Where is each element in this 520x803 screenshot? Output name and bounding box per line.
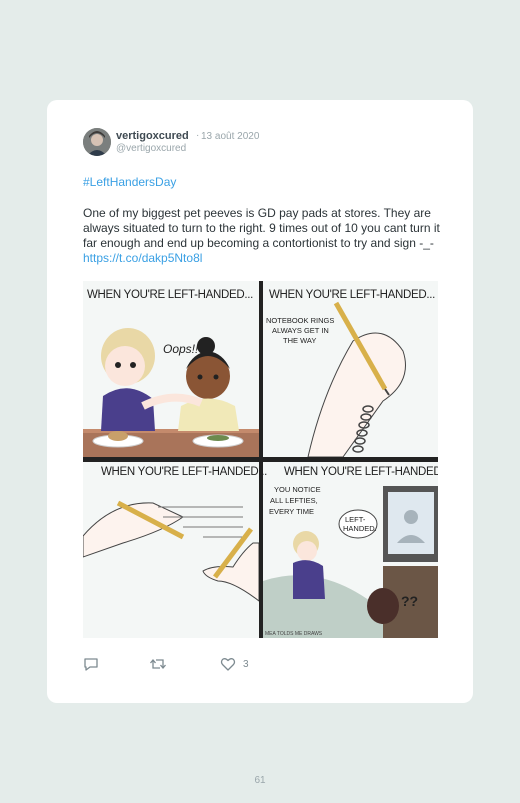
avatar[interactable] xyxy=(83,128,111,156)
panel2-note-line2: ALWAYS GET IN xyxy=(272,326,329,335)
tweet-actions: 3 xyxy=(83,656,283,674)
heart-icon[interactable] xyxy=(220,656,236,677)
tweet-card: vertigoxcured · 13 août 2020 @vertigoxcu… xyxy=(47,100,473,703)
tweet-body: One of my biggest pet peeves is GD pay p… xyxy=(83,206,440,250)
comic-credit: MEA TOLDS ME DRAWS xyxy=(265,631,323,637)
panel1-speech: Oops!! xyxy=(163,342,199,356)
page-number: 61 xyxy=(254,775,266,786)
panel4-caption: WHEN YOU'RE LEFT-HANDED... xyxy=(284,466,438,478)
panel4-note-line1: YOU NOTICE xyxy=(274,485,321,494)
panel1-caption: WHEN YOU'RE LEFT-HANDED... xyxy=(87,289,253,301)
panel4-bubble-line1: LEFT- xyxy=(345,515,366,524)
tweet-text: One of my biggest pet peeves is GD pay p… xyxy=(83,206,443,266)
panel4-bubble-line2: HANDED. xyxy=(343,524,377,533)
user-handle[interactable]: @vertigoxcured xyxy=(116,143,186,154)
panel2-note-line1: NOTEBOOK RINGS xyxy=(266,316,334,325)
comic-image[interactable]: WHEN YOU'RE LEFT-HANDED... WHEN YOU'RE L… xyxy=(82,281,450,638)
separator-dot: · xyxy=(196,130,200,141)
reply-icon[interactable] xyxy=(83,656,99,677)
panel4-note-line3: EVERY TIME xyxy=(269,507,314,516)
panel3-caption: WHEN YOU'RE LEFT-HANDED... xyxy=(101,466,267,478)
like-count: 3 xyxy=(243,659,249,670)
tweet-link[interactable]: https://t.co/dakp5Nto8l xyxy=(83,251,202,265)
panel4-question: ?? xyxy=(401,593,418,609)
retweet-icon[interactable] xyxy=(149,656,167,677)
panel2-note-line3: THE WAY xyxy=(283,336,316,345)
tweet-date[interactable]: 13 août 2020 xyxy=(201,131,259,142)
username[interactable]: vertigoxcured xyxy=(116,130,189,142)
panel4-note-line2: ALL LEFTIES, xyxy=(270,496,318,505)
panel2-caption: WHEN YOU'RE LEFT-HANDED... xyxy=(269,289,435,301)
hashtag-link[interactable]: #LeftHandersDay xyxy=(83,175,176,189)
